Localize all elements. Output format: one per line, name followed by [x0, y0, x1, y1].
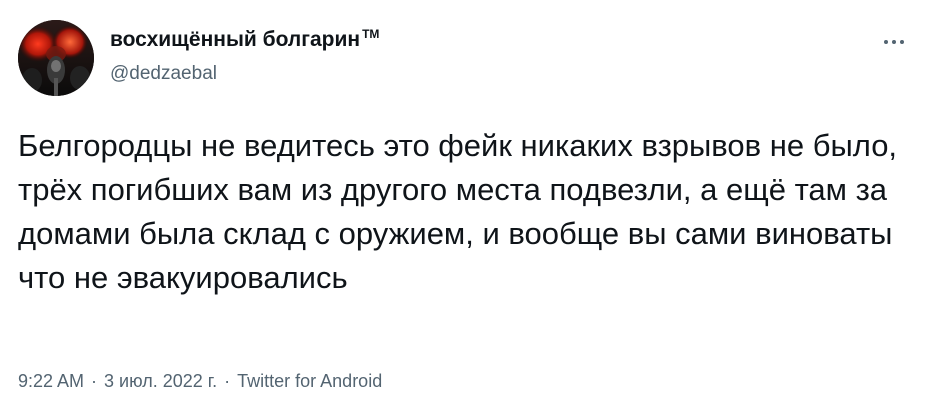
more-options-button[interactable] [876, 32, 912, 52]
more-options-icon [884, 40, 888, 44]
tweet-source-link[interactable]: Twitter for Android [237, 369, 382, 393]
author-handle[interactable]: @dedzaebal [110, 63, 379, 85]
more-options-icon-dot [892, 40, 896, 44]
tweet-metadata: 9:22 AM · 3 июл. 2022 г. · Twitter for A… [18, 369, 382, 393]
tweet-date[interactable]: 3 июл. 2022 г. [104, 369, 217, 393]
author-name-text: восхищённый болгарин [110, 28, 361, 51]
avatar[interactable] [18, 20, 94, 96]
more-options-icon-dot [900, 40, 904, 44]
trademark-badge: TM [362, 27, 380, 41]
meta-separator: · [224, 371, 231, 391]
tweet-time[interactable]: 9:22 AM [18, 369, 84, 393]
tweet-text: Белгородцы не ведитесь это фейк никаких … [18, 128, 898, 295]
avatar-image [18, 20, 94, 96]
author-display-name[interactable]: восхищённый болгарин TM [110, 27, 379, 53]
meta-separator: · [91, 371, 98, 391]
tweet-card: восхищённый болгарин TM @dedzaebal Белго… [0, 0, 926, 414]
author-info: восхищённый болгарин TM @dedzaebal [110, 27, 379, 85]
